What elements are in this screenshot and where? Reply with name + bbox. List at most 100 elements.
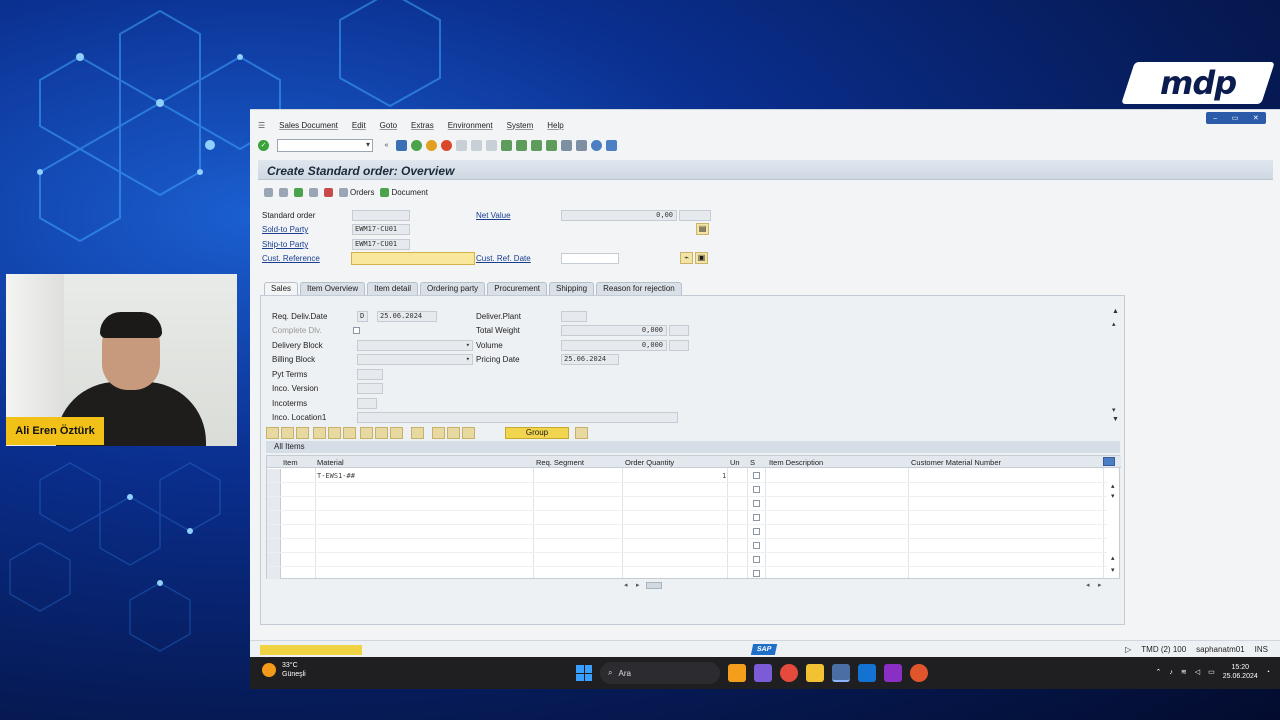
system-client[interactable]: TMD (2) 100 [1141, 645, 1186, 654]
scroll-right-icon[interactable]: ▸ [1098, 581, 1102, 589]
incoterms-field[interactable] [357, 398, 377, 409]
menu-system[interactable]: System [507, 121, 534, 130]
tab-reason-for-rejection[interactable]: Reason for rejection [596, 282, 682, 295]
header-icon[interactable] [279, 187, 288, 197]
notification-icon[interactable]: ◔ [1266, 669, 1270, 676]
row-selector[interactable] [267, 539, 281, 552]
menu-extras[interactable]: Extras [411, 121, 434, 130]
scroll-down-icon[interactable]: ▼ [1112, 416, 1119, 423]
weather-widget[interactable]: 33°C Güneşli [262, 661, 306, 679]
row-selector[interactable] [267, 567, 281, 579]
new-session-icon[interactable] [561, 139, 572, 151]
scroll-down-small-icon[interactable]: ▾ [1112, 406, 1116, 414]
row-selector[interactable] [267, 525, 281, 538]
quantity-cell[interactable]: 1 [722, 472, 726, 480]
col-un[interactable]: Un [730, 458, 740, 467]
minimize-icon[interactable]: – [1213, 115, 1217, 122]
availability-icon[interactable] [447, 427, 460, 439]
table-row[interactable] [267, 497, 1107, 511]
close-icon[interactable]: ✕ [1253, 114, 1259, 122]
menu-sales-document[interactable]: Sales Document [279, 121, 338, 130]
tab-procurement[interactable]: Procurement [487, 282, 547, 295]
cust-reference-label[interactable]: Cust. Reference [262, 254, 320, 263]
table-row[interactable] [267, 539, 1107, 553]
sold-to-party-label[interactable]: Sold-to Party [262, 225, 308, 234]
shortcut-icon[interactable] [576, 139, 587, 151]
standard-order-field[interactable] [352, 210, 410, 221]
delete-row-icon[interactable] [296, 427, 309, 439]
previous-page-icon[interactable] [516, 139, 527, 151]
tab-ordering-party[interactable]: Ordering party [420, 282, 486, 295]
powerpoint-app-icon[interactable] [910, 664, 928, 682]
print-icon[interactable] [456, 139, 467, 151]
table-horizontal-scrollbar[interactable]: ◂ ▸ ◂ ▸ [624, 581, 1104, 590]
find-icon[interactable] [471, 139, 482, 151]
menu-edit[interactable]: Edit [352, 121, 366, 130]
last-page-icon[interactable] [546, 139, 557, 151]
table-scroll-down-small-icon[interactable]: ▴ [1111, 554, 1115, 562]
partner-item-icon[interactable] [462, 427, 475, 439]
window-controls[interactable]: – ▭ ✕ [1206, 112, 1266, 124]
display-doc-flow-icon[interactable] [264, 187, 273, 197]
column-settings-icon[interactable] [1103, 457, 1115, 466]
chart-icon[interactable]: ⌁ [680, 252, 693, 264]
config-icon[interactable] [324, 187, 333, 197]
back-history-icon[interactable]: « [381, 140, 392, 151]
cancel-icon[interactable] [441, 139, 452, 151]
col-item[interactable]: Item [283, 458, 298, 467]
wifi-icon[interactable]: ≋ [1181, 668, 1187, 676]
orders-button[interactable]: Orders [339, 187, 374, 197]
outlook-app-icon[interactable] [858, 664, 876, 682]
next-page-icon[interactable] [531, 139, 542, 151]
tab-item-detail[interactable]: Item detail [367, 282, 419, 295]
input-mode[interactable]: INS [1255, 645, 1268, 654]
enter-icon[interactable]: ✓ [258, 139, 269, 151]
tab-shipping[interactable]: Shipping [548, 282, 595, 295]
widget-app-icon[interactable] [728, 664, 746, 682]
row-checkbox[interactable] [753, 472, 760, 479]
deselect-all-icon[interactable] [328, 427, 341, 439]
save-icon[interactable] [396, 139, 407, 151]
layout-menu-icon[interactable] [606, 139, 617, 151]
row-selector[interactable] [267, 553, 281, 566]
inco-location-field[interactable] [357, 412, 678, 423]
teams-app-icon[interactable] [754, 664, 772, 682]
microphone-icon[interactable]: ♪ [1169, 669, 1173, 676]
select-all-icon[interactable] [313, 427, 326, 439]
file-explorer-icon[interactable] [806, 664, 824, 682]
table-row[interactable] [267, 483, 1107, 497]
cust-reference-input[interactable] [351, 252, 475, 265]
document-button[interactable]: Document [380, 187, 428, 197]
lock-icon[interactable]: ▣ [695, 252, 708, 264]
material-cell[interactable]: T-EWS1-## [317, 472, 355, 480]
row-selector[interactable] [267, 469, 281, 482]
scroll-thumb[interactable] [646, 582, 662, 589]
col-s[interactable]: S [750, 458, 755, 467]
partner-icon[interactable] [294, 187, 303, 197]
req-deliv-date-field[interactable]: 25.06.2024 [377, 311, 437, 322]
table-scroll-down-icon[interactable]: ▾ [1111, 566, 1115, 574]
cust-ref-date-input[interactable] [561, 253, 619, 264]
taskbar-clock[interactable]: 15:20 25.06.2024 [1223, 663, 1258, 681]
table-scroll-up-small-icon[interactable]: ▾ [1111, 492, 1115, 500]
pricing-date-field[interactable]: 25.06.2024 [561, 354, 619, 365]
chrome-app-icon[interactable] [780, 664, 798, 682]
col-order-quantity[interactable]: Order Quantity [625, 458, 674, 467]
row-checkbox[interactable] [753, 542, 760, 549]
taskbar-search[interactable]: ⌕ Ara [600, 662, 720, 684]
req-deliv-date-format-field[interactable]: D [357, 311, 368, 322]
menu-help[interactable]: Help [547, 121, 563, 130]
row-checkbox[interactable] [753, 570, 760, 577]
help-icon[interactable] [591, 139, 602, 151]
scroll-up-icon[interactable]: ▲ [1112, 308, 1119, 315]
row-checkbox[interactable] [753, 514, 760, 521]
schedule-icon[interactable] [432, 427, 445, 439]
onenote-app-icon[interactable] [884, 664, 902, 682]
command-field[interactable] [277, 138, 373, 152]
billing-block-select[interactable]: ▾ [357, 354, 473, 365]
row-checkbox[interactable] [753, 486, 760, 493]
row-checkbox[interactable] [753, 556, 760, 563]
table-row[interactable] [267, 525, 1107, 539]
group-button[interactable]: Group [505, 427, 569, 439]
col-item-description[interactable]: Item Description [769, 458, 823, 467]
